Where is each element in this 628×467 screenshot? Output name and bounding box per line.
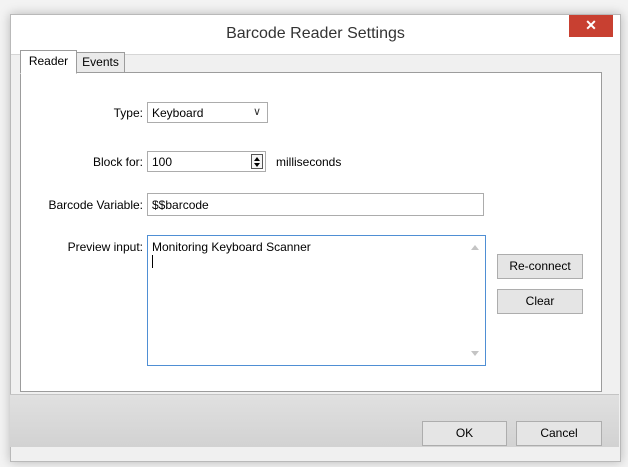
clear-button[interactable]: Clear	[497, 289, 583, 314]
clear-button-label: Clear	[525, 294, 555, 308]
window-title: Barcode Reader Settings	[226, 25, 405, 42]
spinner-down-icon[interactable]	[254, 163, 260, 167]
type-dropdown[interactable]: Keyboard ∨	[147, 102, 268, 123]
spinner-up-icon[interactable]	[254, 157, 260, 161]
barcode-variable-label: Barcode Variable:	[48, 198, 144, 212]
milliseconds-label: milliseconds	[276, 155, 342, 169]
block-for-spinner[interactable]: 100	[147, 151, 266, 172]
block-for-value: 100	[152, 155, 173, 169]
preview-input-value: Monitoring Keyboard Scanner	[152, 240, 311, 254]
chevron-down-icon: ∨	[252, 106, 261, 118]
reconnect-button[interactable]: Re-connect	[497, 254, 583, 279]
type-dropdown-value: Keyboard	[152, 106, 204, 120]
title-bar[interactable]: Barcode Reader Settings ✕	[11, 15, 620, 55]
cancel-button[interactable]: Cancel	[516, 421, 602, 446]
close-icon: ✕	[585, 17, 597, 33]
tab-events[interactable]: Events	[76, 52, 125, 73]
scroll-up-icon[interactable]	[471, 245, 479, 250]
close-button[interactable]: ✕	[569, 15, 613, 37]
preview-input-textarea[interactable]: Monitoring Keyboard Scanner	[147, 235, 486, 366]
spinner-arrows-icon[interactable]	[251, 154, 263, 169]
ok-button[interactable]: OK	[422, 421, 507, 446]
tab-reader-label: Reader	[28, 54, 69, 68]
barcode-variable-value: $$barcode	[152, 198, 209, 212]
reconnect-button-label: Re-connect	[509, 259, 571, 273]
cancel-button-label: Cancel	[540, 426, 578, 440]
tab-events-label: Events	[82, 55, 119, 69]
scroll-down-icon[interactable]	[471, 351, 479, 356]
text-caret	[152, 255, 153, 268]
preview-input-label: Preview input:	[67, 240, 143, 254]
type-label: Type:	[113, 106, 143, 120]
tab-reader[interactable]: Reader	[20, 50, 77, 74]
ok-button-label: OK	[455, 426, 474, 440]
block-for-label: Block for:	[92, 155, 143, 169]
barcode-variable-input[interactable]: $$barcode	[147, 193, 484, 216]
